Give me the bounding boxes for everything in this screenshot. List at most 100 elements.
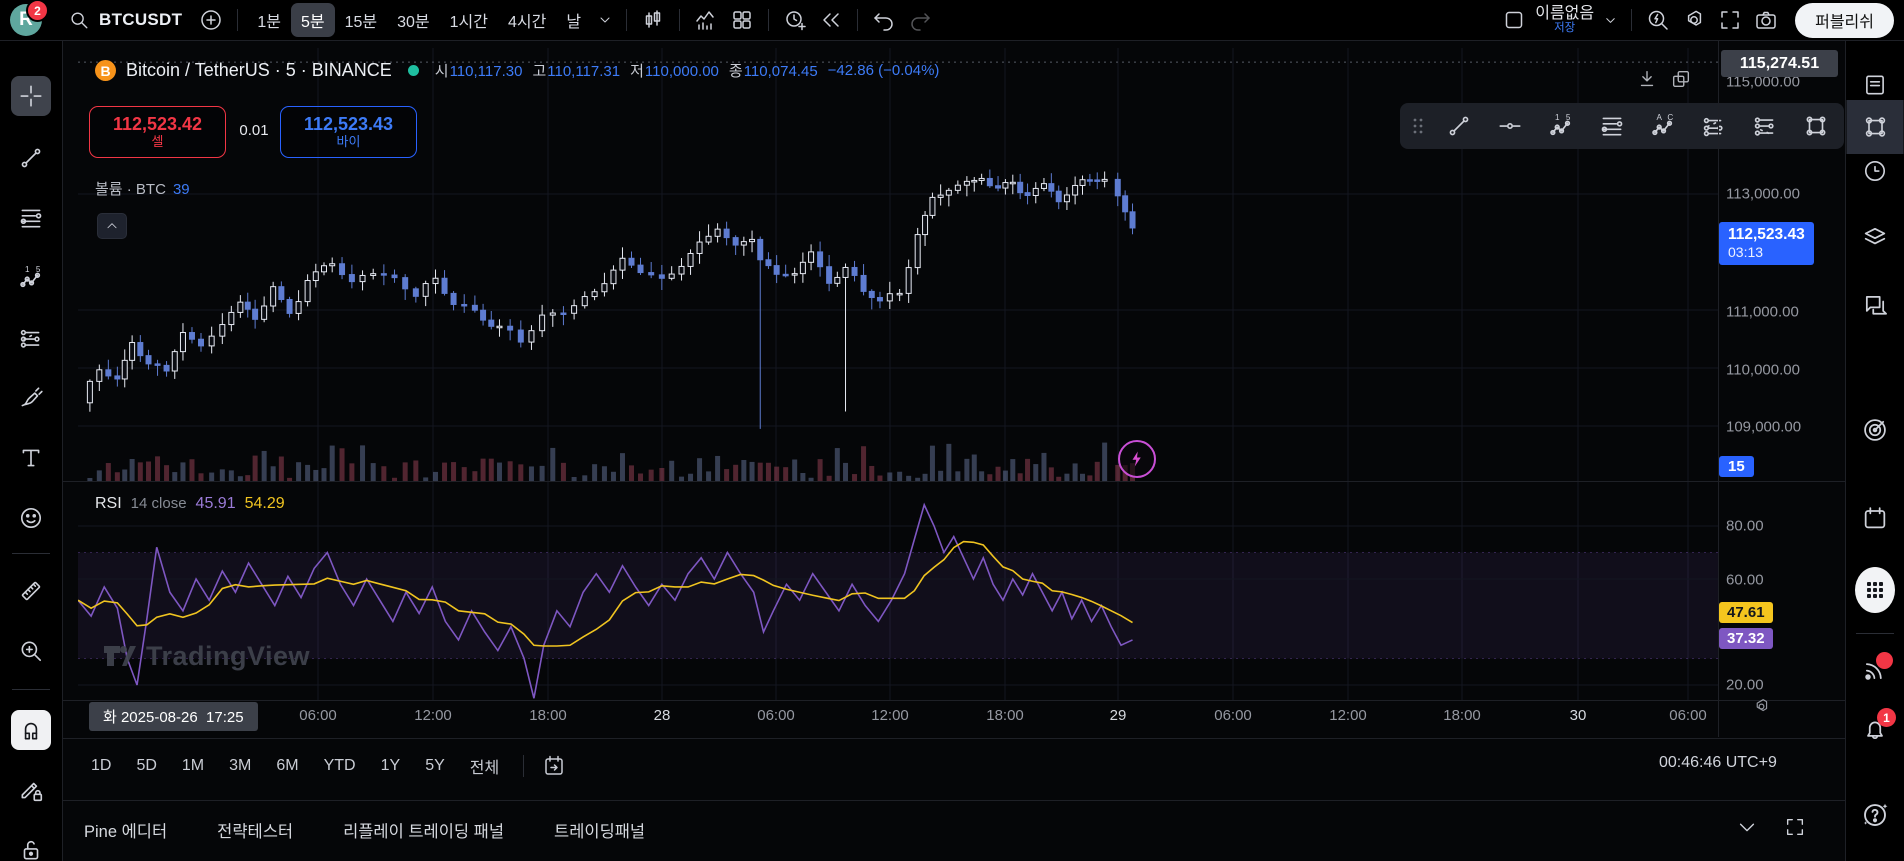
- tradingview-watermark: TradingView: [100, 638, 310, 674]
- range-button[interactable]: 전체: [459, 749, 510, 783]
- zoom-in-tool[interactable]: [11, 631, 51, 671]
- interval-chevron-down-icon[interactable]: [593, 3, 617, 37]
- measure-ruler-tool[interactable]: [11, 571, 51, 611]
- range-button[interactable]: 1Y: [370, 749, 412, 783]
- bottom-tab[interactable]: Pine 에디터: [84, 818, 167, 842]
- layout-chevron-down-icon[interactable]: [1598, 3, 1622, 37]
- screenshot-camera-icon[interactable]: [1749, 3, 1783, 37]
- range-button[interactable]: 5D: [125, 749, 167, 783]
- range-button[interactable]: 1D: [80, 749, 122, 783]
- go-to-date-icon[interactable]: [537, 749, 571, 783]
- svg-text:5: 5: [36, 265, 41, 274]
- compare-add-button[interactable]: [194, 3, 228, 37]
- market-status-dot[interactable]: [407, 65, 419, 76]
- trend-line-icon[interactable]: [1439, 107, 1479, 145]
- pattern-tool[interactable]: [11, 318, 51, 358]
- drawing-mode-lock-tool[interactable]: [11, 770, 51, 810]
- notifications-bell-icon[interactable]: 1: [1855, 708, 1896, 750]
- text-tool[interactable]: [11, 438, 51, 478]
- help-icon[interactable]: [1855, 795, 1895, 835]
- range-button[interactable]: 3M: [218, 749, 262, 783]
- range-button[interactable]: 5Y: [414, 749, 456, 783]
- symbol-title[interactable]: Bitcoin / TetherUS · 5 · BINANCE: [126, 60, 392, 81]
- bottom-tab[interactable]: 리플레이 트레이딩 패널: [343, 818, 504, 842]
- interval-button[interactable]: 15분: [335, 3, 388, 37]
- range-row-border: [62, 738, 1845, 739]
- elliott-wave-tool[interactable]: 15: [11, 258, 51, 298]
- apps-grid-icon[interactable]: [1855, 567, 1895, 613]
- maximize-panel-icon[interactable]: [1784, 816, 1806, 838]
- emoji-tool[interactable]: [11, 498, 51, 538]
- bar-replay-button[interactable]: [814, 3, 848, 37]
- range-button[interactable]: 1M: [171, 749, 215, 783]
- interval-button[interactable]: 날: [556, 3, 591, 37]
- sell-button[interactable]: 112,523.42 셀: [89, 106, 226, 158]
- undo-button[interactable]: [867, 3, 901, 37]
- scroll-to-recent-icon[interactable]: [1636, 68, 1658, 90]
- fullscreen-icon[interactable]: [1713, 3, 1747, 37]
- screener-radar-icon[interactable]: [1855, 410, 1895, 450]
- symbol-name: BTCUSDT: [99, 10, 183, 29]
- tradingview-app: R 2 BTCUSDT 1분 5분 15분 30분 1시간 4시간 날 이름없음…: [0, 0, 1904, 861]
- settings-gear-icon[interactable]: [1677, 3, 1711, 37]
- horizontal-line-icon[interactable]: [1490, 107, 1530, 145]
- interval-button[interactable]: 1분: [247, 3, 291, 37]
- user-avatar[interactable]: R 2: [10, 0, 49, 36]
- layers-icon[interactable]: [1855, 217, 1895, 257]
- calendar-icon[interactable]: [1855, 498, 1895, 538]
- axis-settings-gear-icon[interactable]: [1752, 697, 1771, 716]
- redo-button[interactable]: [903, 3, 937, 37]
- layout-templates-button[interactable]: [725, 3, 759, 37]
- magnet-mode-toggle[interactable]: [11, 710, 51, 750]
- lock-all-drawings-tool[interactable]: [11, 830, 51, 861]
- rsi-chart[interactable]: [78, 482, 1718, 700]
- indicators-button[interactable]: [689, 3, 723, 37]
- publish-button[interactable]: 퍼블리쉬: [1795, 2, 1894, 38]
- elliott-wave-icon[interactable]: 15: [1541, 107, 1581, 145]
- collapse-panel-chevron-icon[interactable]: [1736, 816, 1758, 838]
- trend-line-tool[interactable]: [11, 138, 51, 178]
- quantity-field[interactable]: 0.01: [233, 122, 275, 139]
- rsi-legend[interactable]: RSI 14 close 45.91 54.29: [95, 495, 285, 513]
- bottom-tabs: Pine 에디터 전략테스터 리플레이 트레이딩 패널 트레이딩패널: [84, 818, 645, 842]
- restore-pane-icon[interactable]: [1670, 68, 1692, 90]
- interval-button[interactable]: 30분: [387, 3, 440, 37]
- sell-price: 112,523.42: [112, 114, 203, 135]
- quick-search-icon[interactable]: [1641, 3, 1675, 37]
- interval-button[interactable]: 1시간: [440, 3, 498, 37]
- abc-pattern-icon[interactable]: AC: [1643, 107, 1683, 145]
- streams-icon[interactable]: [1855, 650, 1895, 690]
- range-button[interactable]: YTD: [313, 749, 367, 783]
- rectangle-tool-icon[interactable]: [1796, 107, 1836, 145]
- time-tick: 30: [1569, 707, 1587, 724]
- rsi-value-badge: 37.32: [1719, 628, 1773, 649]
- crosshair-tool[interactable]: [11, 76, 51, 116]
- alert-button[interactable]: [778, 3, 812, 37]
- interval-button[interactable]: 4시간: [498, 3, 556, 37]
- symbol-search-button[interactable]: BTCUSDT: [58, 5, 192, 35]
- disjoint-channel-icon[interactable]: [1745, 107, 1785, 145]
- trend-channel-icon[interactable]: [1694, 107, 1734, 145]
- chat-icon[interactable]: [1855, 285, 1895, 325]
- interval-button[interactable]: 5분: [290, 3, 335, 37]
- fib-retracement-icon[interactable]: [1592, 107, 1632, 145]
- bell-badge: 1: [1877, 708, 1896, 727]
- collapse-legend-button[interactable]: [97, 213, 127, 239]
- layout-name-button[interactable]: 이름없음 저장: [1535, 5, 1594, 35]
- session-clock[interactable]: 00:46:46 UTC+9: [1659, 754, 1777, 772]
- flash-order-marker[interactable]: [1118, 440, 1156, 478]
- watchlist-icon[interactable]: [1855, 65, 1895, 105]
- range-button[interactable]: 6M: [265, 749, 309, 783]
- bottom-tab[interactable]: 트레이딩패널: [554, 818, 645, 842]
- buy-button[interactable]: 112,523.43 바이: [280, 106, 417, 158]
- drag-handle[interactable]: [1408, 116, 1428, 136]
- bottom-tab[interactable]: 전략테스터: [217, 818, 293, 842]
- rsi-header-value: 45.91: [195, 495, 236, 512]
- fib-retracement-tool[interactable]: [11, 198, 51, 238]
- toolbar-separator: [523, 755, 525, 777]
- layout-select-button[interactable]: [1497, 3, 1531, 37]
- object-tree-icon[interactable]: [1846, 100, 1904, 154]
- brush-tool[interactable]: [11, 378, 51, 418]
- alerts-clock-icon[interactable]: [1855, 151, 1895, 191]
- chart-style-candles-button[interactable]: [636, 3, 670, 37]
